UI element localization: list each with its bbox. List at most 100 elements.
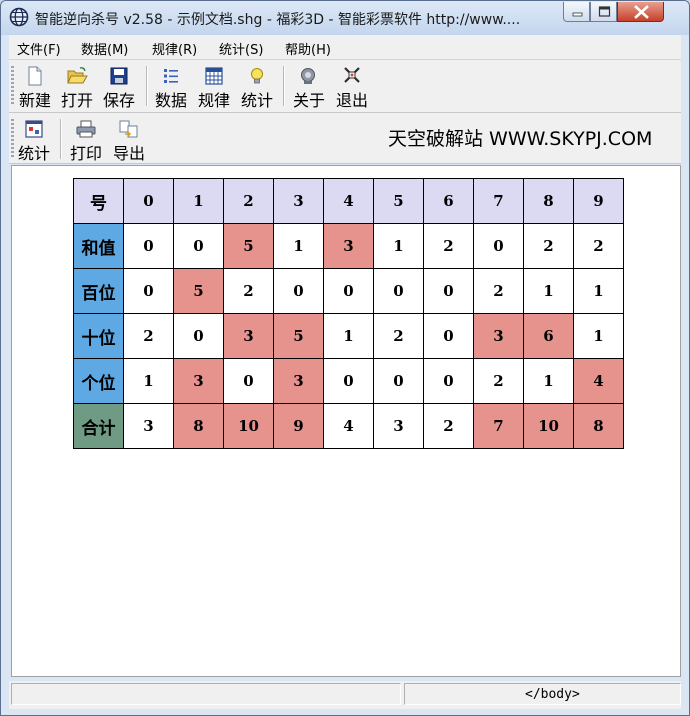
digit-header: 3 bbox=[273, 178, 324, 224]
row-label: 个位 bbox=[73, 358, 124, 404]
count-cell: 5 bbox=[273, 313, 324, 359]
title-bar[interactable]: 智能逆向杀号 v2.58 - 示例文档.shg - 福彩3D - 智能彩票软件 … bbox=[1, 1, 689, 35]
printer-icon bbox=[76, 120, 96, 138]
count-cell: 1 bbox=[123, 358, 174, 404]
status-pane-right: </body> bbox=[404, 683, 681, 705]
count-cell: 5 bbox=[223, 223, 274, 269]
header-row: 号0123456789 bbox=[73, 178, 624, 224]
count-cell: 0 bbox=[373, 358, 424, 404]
minimize-icon bbox=[572, 12, 583, 17]
window-title: 智能逆向杀号 v2.58 - 示例文档.shg - 福彩3D - 智能彩票软件 … bbox=[35, 12, 521, 28]
count-cell: 8 bbox=[573, 403, 624, 449]
open-label: 打开 bbox=[60, 91, 93, 110]
menu-help[interactable]: 帮助(H) bbox=[285, 39, 331, 58]
kill-number-table: 号 0 1 2 3 4 5 6 7 8 9 和值 0 0 5 1 3 1 2 0 2 2 百位 0 5 2 0 0 0 0 2 1 1 十位 2 0 3… bbox=[73, 178, 624, 449]
toolbar-separator bbox=[283, 66, 284, 106]
count-cell: 0 bbox=[123, 268, 174, 314]
count-cell: 2 bbox=[523, 223, 574, 269]
digit-header: 7 bbox=[473, 178, 524, 224]
digit-header: 0 bbox=[123, 178, 174, 224]
save-disk-icon bbox=[110, 67, 128, 85]
menu-bar: 文件(F) 数据(M) 规律(R) 统计(S) 帮助(H) bbox=[9, 35, 681, 60]
table-row: 个位 1 3 0 3 0 0 0 2 1 4 bbox=[73, 358, 624, 404]
data-button[interactable]: 数据 bbox=[151, 66, 191, 110]
count-cell: 0 bbox=[323, 268, 374, 314]
speaker-icon bbox=[301, 68, 315, 84]
menu-stats[interactable]: 统计(S) bbox=[219, 39, 263, 58]
rules-label: 规律 bbox=[197, 91, 230, 110]
count-cell: 3 bbox=[473, 313, 524, 359]
count-cell: 2 bbox=[123, 313, 174, 359]
count-cell: 3 bbox=[123, 403, 174, 449]
new-button[interactable]: 新建 bbox=[14, 66, 56, 110]
count-cell: 7 bbox=[473, 403, 524, 449]
open-folder-icon bbox=[67, 67, 88, 84]
chart-window-icon bbox=[25, 120, 43, 138]
status-bar: </body> bbox=[9, 681, 681, 709]
globe-icon bbox=[9, 7, 29, 27]
count-cell: 0 bbox=[173, 313, 224, 359]
stats-button[interactable]: 统计 bbox=[237, 66, 277, 110]
row-label: 十位 bbox=[73, 313, 124, 359]
export-button[interactable]: 导出 bbox=[108, 119, 150, 163]
minimize-button[interactable] bbox=[563, 2, 590, 22]
digit-header: 2 bbox=[223, 178, 274, 224]
maximize-button[interactable] bbox=[590, 2, 617, 22]
export-documents-icon bbox=[119, 120, 138, 138]
count-cell: 3 bbox=[173, 358, 224, 404]
count-cell: 4 bbox=[323, 403, 374, 449]
count-cell: 3 bbox=[273, 358, 324, 404]
table-row: 百位 0 5 2 0 0 0 0 2 1 1 bbox=[73, 268, 624, 314]
menu-data[interactable]: 数据(M) bbox=[81, 39, 128, 58]
count-cell: 1 bbox=[323, 313, 374, 359]
count-cell: 10 bbox=[523, 403, 574, 449]
rules-button[interactable]: 规律 bbox=[193, 66, 235, 110]
report-stats-label: 统计 bbox=[17, 144, 50, 163]
table-row: 合计 3 8 10 9 4 3 2 7 10 8 bbox=[73, 403, 624, 449]
count-cell: 3 bbox=[373, 403, 424, 449]
count-cell: 3 bbox=[323, 223, 374, 269]
table-row: 十位 2 0 3 5 1 2 0 3 6 1 bbox=[73, 313, 624, 359]
count-cell: 1 bbox=[573, 268, 624, 314]
digit-header: 8 bbox=[523, 178, 574, 224]
close-icon bbox=[634, 5, 649, 19]
save-button[interactable]: 保存 bbox=[99, 66, 139, 110]
report-toolbar: 统计 打印 导出 天空破解站 WWW.SKYPJ.COM bbox=[9, 113, 681, 164]
count-cell: 2 bbox=[373, 313, 424, 359]
exit-button[interactable]: 退出 bbox=[331, 66, 373, 110]
exit-icon bbox=[344, 67, 360, 83]
print-label: 打印 bbox=[69, 144, 102, 163]
menu-file[interactable]: 文件(F) bbox=[17, 39, 61, 58]
close-button[interactable] bbox=[617, 2, 664, 22]
count-cell: 0 bbox=[123, 223, 174, 269]
maximize-icon bbox=[598, 6, 611, 17]
digit-header: 1 bbox=[173, 178, 224, 224]
count-cell: 1 bbox=[523, 268, 574, 314]
open-button[interactable]: 打开 bbox=[57, 66, 97, 110]
digit-header: 9 bbox=[573, 178, 624, 224]
list-icon bbox=[164, 69, 178, 83]
count-cell: 8 bbox=[173, 403, 224, 449]
digit-header: 5 bbox=[373, 178, 424, 224]
toolbar-separator bbox=[60, 119, 61, 159]
export-label: 导出 bbox=[112, 144, 145, 163]
header-label: 号 bbox=[73, 178, 124, 224]
digit-header: 6 bbox=[423, 178, 474, 224]
row-label: 百位 bbox=[73, 268, 124, 314]
count-cell: 1 bbox=[523, 358, 574, 404]
main-toolbar: 新建 打开 保存 数据 规律 统计 关于 退出 bbox=[9, 60, 681, 113]
report-stats-button[interactable]: 统计 bbox=[14, 119, 54, 163]
print-button[interactable]: 打印 bbox=[65, 119, 107, 163]
row-label: 和值 bbox=[73, 223, 124, 269]
app-window: 智能逆向杀号 v2.58 - 示例文档.shg - 福彩3D - 智能彩票软件 … bbox=[0, 0, 690, 716]
about-button[interactable]: 关于 bbox=[288, 66, 330, 110]
status-pane-left bbox=[11, 683, 401, 705]
table-row: 和值 0 0 5 1 3 1 2 0 2 2 bbox=[73, 223, 624, 269]
count-cell: 1 bbox=[373, 223, 424, 269]
count-cell: 0 bbox=[423, 358, 474, 404]
menu-rules[interactable]: 规律(R) bbox=[152, 39, 197, 58]
count-cell: 2 bbox=[423, 223, 474, 269]
count-cell: 5 bbox=[173, 268, 224, 314]
count-cell: 0 bbox=[473, 223, 524, 269]
count-cell: 0 bbox=[323, 358, 374, 404]
